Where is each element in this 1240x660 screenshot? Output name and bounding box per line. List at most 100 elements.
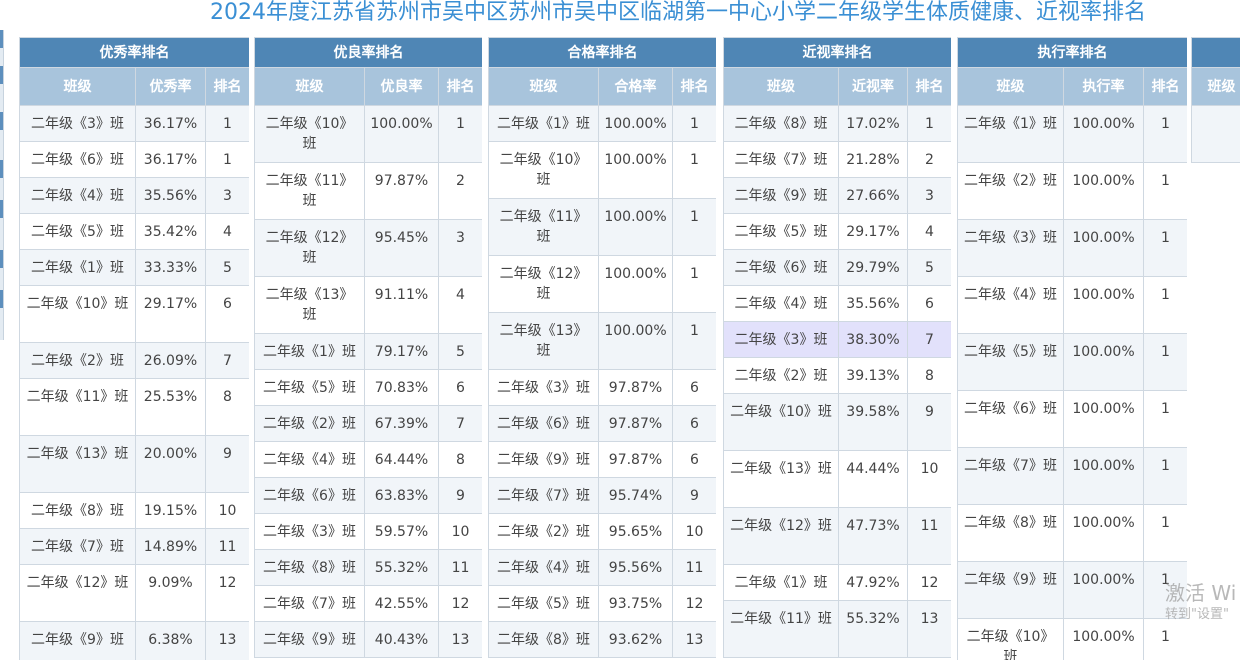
table-row[interactable]: 二年级《3》班 97.87% 6 [488, 369, 716, 406]
table-row[interactable]: 二年级《13》班 20.00% 9 [19, 435, 249, 493]
table-row[interactable]: 二年级《13》班 100.00% 1 [488, 312, 716, 370]
table-row[interactable]: 二年级《2》班 67.39% 7 [254, 405, 482, 442]
table-row[interactable]: 二年级《12》班 47.73% 11 [723, 507, 951, 565]
table-row[interactable]: 二年级《1》班 33.33% 5 [19, 249, 249, 286]
class-cell: 二年级《5》班 [19, 213, 136, 250]
table-row[interactable]: 二年级《4》班 100.00% 1 [957, 276, 1187, 334]
table-row[interactable]: 二年级《2》班 100.00% 1 [957, 162, 1187, 220]
table-row[interactable]: 二年级《6》班 63.83% 9 [254, 477, 482, 514]
table-row[interactable]: 二年级《7》班 21.28% 2 [723, 141, 951, 178]
rate-cell: 97.87% [598, 405, 673, 442]
table-row[interactable]: 二年级《6》班 100.00% 1 [957, 390, 1187, 448]
table-row[interactable]: 二年级《5》班 35.42% 4 [19, 213, 249, 250]
table-row[interactable]: 二年级《1》班 79.17% 5 [254, 333, 482, 370]
table-row[interactable]: 二年级《11》班 25.53% 8 [19, 378, 249, 436]
rank-cell: 4 [906, 213, 951, 250]
table-row[interactable]: 二年级《7》班 95.74% 9 [488, 477, 716, 514]
table-row[interactable]: 二年级《5》班 100.00% 1 [957, 333, 1187, 391]
table-row[interactable]: 二年级《2》班 39.13% 8 [723, 357, 951, 394]
table-row[interactable]: 二年级《4》班 35.56% 3 [19, 177, 249, 214]
table-row[interactable]: 二年级《2》班 26.09% 7 [19, 342, 249, 379]
class-cell: 二年级《8》班 [254, 549, 365, 586]
table-row[interactable]: 二年级《9》班 27.66% 3 [723, 177, 951, 214]
rank-cell: 1 [1142, 618, 1187, 660]
class-cell: 二年级《5》班 [723, 213, 839, 250]
class-cell: 二年级《1》班 [254, 333, 365, 370]
table-row[interactable]: 二年级《5》班 70.83% 6 [254, 369, 482, 406]
rate-cell: 38.30% [838, 321, 908, 358]
table-row[interactable]: 二年级《8》班 19.15% 10 [19, 492, 249, 529]
table-row[interactable] [1191, 105, 1240, 163]
table-row[interactable]: 二年级《2》班 95.65% 10 [488, 513, 716, 550]
class-cell: 二年级《2》班 [723, 357, 839, 394]
rank-cell: 8 [437, 441, 482, 478]
table-row[interactable]: 二年级《7》班 42.55% 12 [254, 585, 482, 622]
table-row[interactable]: 二年级《3》班 59.57% 10 [254, 513, 482, 550]
rank-cell: 1 [1142, 504, 1187, 562]
table-row[interactable]: 二年级《6》班 36.17% 1 [19, 141, 249, 178]
table-row[interactable]: 二年级《3》班 36.17% 1 [19, 105, 249, 142]
table-row[interactable]: 二年级《4》班 95.56% 11 [488, 549, 716, 586]
class-cell: 二年级《4》班 [19, 177, 136, 214]
table-row[interactable]: 二年级《13》班 91.11% 4 [254, 276, 482, 334]
class-cell: 二年级《12》班 [488, 255, 599, 313]
class-cell: 二年级《1》班 [488, 105, 599, 142]
table-row[interactable]: 二年级《10》班 100.00% 1 [488, 141, 716, 199]
rank-cell: 6 [671, 405, 716, 442]
rate-cell: 55.32% [838, 600, 908, 658]
table-row[interactable]: 二年级《6》班 29.79% 5 [723, 249, 951, 286]
class-cell: 二年级《5》班 [254, 369, 365, 406]
table-row[interactable]: 二年级《10》班 39.58% 9 [723, 393, 951, 451]
table-row[interactable]: 二年级《8》班 100.00% 1 [957, 504, 1187, 562]
table-row[interactable]: 二年级《13》班 44.44% 10 [723, 450, 951, 508]
rank-cell: 5 [906, 249, 951, 286]
panel-caption: 近视率排名 [723, 37, 951, 68]
rate-cell: 79.17% [364, 333, 439, 370]
table-row[interactable]: 二年级《9》班 100.00% 1 [957, 561, 1187, 619]
table-row[interactable]: 二年级《6》班 97.87% 6 [488, 405, 716, 442]
table-row[interactable]: 二年级《9》班 97.87% 6 [488, 441, 716, 478]
class-cell: 二年级《9》班 [957, 561, 1064, 619]
table-row[interactable]: 二年级《4》班 64.44% 8 [254, 441, 482, 478]
table-row[interactable]: 二年级《3》班 38.30% 7 [723, 321, 951, 358]
rate-cell: 44.44% [838, 450, 908, 508]
table-row[interactable]: 二年级《10》班 100.00% 1 [957, 618, 1187, 660]
table-row[interactable]: 二年级《12》班 100.00% 1 [488, 255, 716, 313]
column-header: 班级 [957, 67, 1064, 106]
table-row[interactable]: 二年级《9》班 6.38% 13 [19, 621, 249, 660]
table-row[interactable]: 二年级《1》班 47.92% 12 [723, 564, 951, 601]
table-row[interactable]: 二年级《5》班 29.17% 4 [723, 213, 951, 250]
rank-cell: 11 [437, 549, 482, 586]
rank-cell: 10 [671, 513, 716, 550]
rate-cell: 63.83% [364, 477, 439, 514]
table-row[interactable]: 二年级《8》班 93.62% 13 [488, 621, 716, 658]
table-row[interactable]: 二年级《10》班 100.00% 1 [254, 105, 482, 163]
table-row[interactable]: 二年级《9》班 40.43% 13 [254, 621, 482, 658]
table-row[interactable]: 二年级《12》班 9.09% 12 [19, 564, 249, 622]
table-row[interactable]: 二年级《4》班 35.56% 6 [723, 285, 951, 322]
table-row[interactable]: 二年级《11》班 55.32% 13 [723, 600, 951, 658]
panel-caption: 合格率排名 [488, 37, 716, 68]
rate-cell: 95.74% [598, 477, 673, 514]
panel-pass: 合格率排名 班级 合格率 排名 二年级《1》班 100.00% 1 二年级《10》班 100.0… [488, 37, 716, 660]
table-row[interactable]: 二年级《1》班 100.00% 1 [957, 105, 1187, 163]
table-row[interactable]: 二年级《7》班 100.00% 1 [957, 447, 1187, 505]
table-row[interactable]: 二年级《11》班 97.87% 2 [254, 162, 482, 220]
table-row[interactable]: 二年级《11》班 100.00% 1 [488, 198, 716, 256]
rank-cell: 3 [906, 177, 951, 214]
column-header: 优秀率 [135, 67, 206, 106]
column-header: 排名 [204, 67, 249, 106]
table-row[interactable]: 二年级《8》班 55.32% 11 [254, 549, 482, 586]
rank-cell: 12 [671, 585, 716, 622]
table-row[interactable]: 二年级《1》班 100.00% 1 [488, 105, 716, 142]
table-row[interactable]: 二年级《12》班 95.45% 3 [254, 219, 482, 277]
class-cell: 二年级《10》班 [723, 393, 839, 451]
table-row[interactable]: 二年级《3》班 100.00% 1 [957, 219, 1187, 277]
class-cell: 二年级《1》班 [957, 105, 1064, 163]
table-row[interactable]: 二年级《8》班 17.02% 1 [723, 105, 951, 142]
table-row[interactable]: 二年级《5》班 93.75% 12 [488, 585, 716, 622]
table-row[interactable]: 二年级《10》班 29.17% 6 [19, 285, 249, 343]
class-cell: 二年级《13》班 [723, 450, 839, 508]
rank-cell: 7 [437, 405, 482, 442]
table-row[interactable]: 二年级《7》班 14.89% 11 [19, 528, 249, 565]
